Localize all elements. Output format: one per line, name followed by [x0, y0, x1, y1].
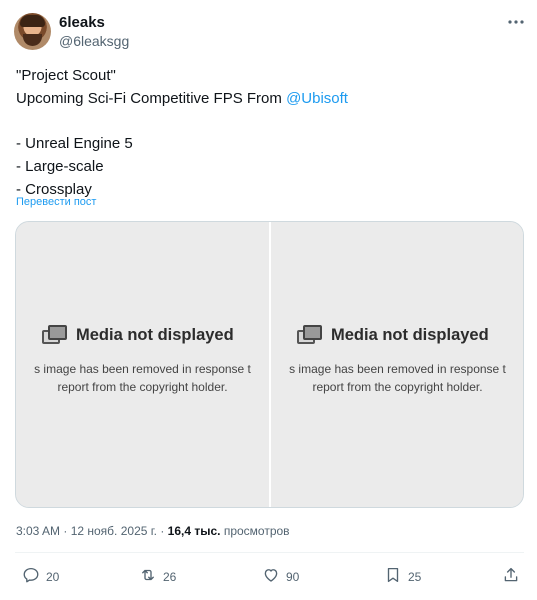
- meta-separator: ·: [60, 524, 71, 538]
- author-display-name[interactable]: 6leaks: [59, 15, 105, 31]
- media-title-text: Media not displayed: [76, 325, 234, 344]
- tweet-date[interactable]: 12 нояб. 2025 г.: [71, 524, 157, 538]
- avatar-hair: [20, 15, 45, 27]
- mention-link[interactable]: @Ubisoft: [286, 90, 348, 107]
- media-message-line-2: report from the copyright holder.: [57, 380, 228, 394]
- bookmark-count: 25: [408, 569, 422, 584]
- like-button[interactable]: 90: [262, 566, 299, 587]
- repost-button[interactable]: 26: [139, 566, 176, 587]
- media-item-1[interactable]: Media not displayed s image has been rem…: [16, 222, 269, 507]
- meta-separator: ·: [157, 524, 168, 538]
- reply-icon: [22, 566, 40, 587]
- tweet-text-part-1: "Project Scout" Upcoming Sci-Fi Competit…: [16, 67, 282, 107]
- media-unavailable-title: Media not displayed: [297, 325, 489, 345]
- media-unavailable-message: s image has been removed in response t r…: [16, 360, 269, 396]
- repost-count: 26: [163, 569, 177, 584]
- reply-button[interactable]: 20: [22, 566, 59, 587]
- media-grid: Media not displayed s image has been rem…: [15, 221, 524, 508]
- media-unavailable-message: s image has been removed in response t r…: [271, 360, 523, 396]
- media-unavailable-icon: [42, 325, 68, 345]
- views-count[interactable]: 16,4 тыс.: [168, 524, 221, 538]
- author-handle[interactable]: @6leaksgg: [59, 33, 129, 49]
- like-icon: [262, 566, 280, 587]
- tweet-text: "Project Scout" Upcoming Sci-Fi Competit…: [16, 65, 516, 202]
- media-item-2[interactable]: Media not displayed s image has been rem…: [271, 222, 523, 507]
- reply-count: 20: [46, 569, 60, 584]
- tweet-metadata: 3:03 AM · 12 нояб. 2025 г. · 16,4 тыс. п…: [16, 524, 290, 538]
- media-unavailable-icon: [297, 325, 323, 345]
- share-icon: [502, 566, 520, 587]
- bookmark-button[interactable]: 25: [384, 566, 421, 587]
- tweet-time[interactable]: 3:03 AM: [16, 524, 60, 538]
- media-message-line-2: report from the copyright holder.: [312, 380, 483, 394]
- like-count: 90: [286, 569, 300, 584]
- divider: [15, 552, 524, 553]
- media-unavailable-title: Media not displayed: [42, 325, 234, 345]
- media-message-line-1: s image has been removed in response t: [289, 362, 506, 376]
- avatar-beard: [23, 34, 42, 46]
- tweet-text-part-2: - Unreal Engine 5 - Large-scale - Crossp…: [16, 135, 133, 198]
- translate-post-link[interactable]: Перевести пост: [16, 196, 96, 208]
- repost-icon: [139, 566, 157, 587]
- more-icon[interactable]: [506, 14, 526, 30]
- avatar[interactable]: [14, 13, 51, 50]
- views-label: просмотров: [220, 524, 290, 538]
- media-message-line-1: s image has been removed in response t: [34, 362, 251, 376]
- bookmark-icon: [384, 566, 402, 587]
- share-button[interactable]: [502, 566, 520, 587]
- media-title-text: Media not displayed: [331, 325, 489, 344]
